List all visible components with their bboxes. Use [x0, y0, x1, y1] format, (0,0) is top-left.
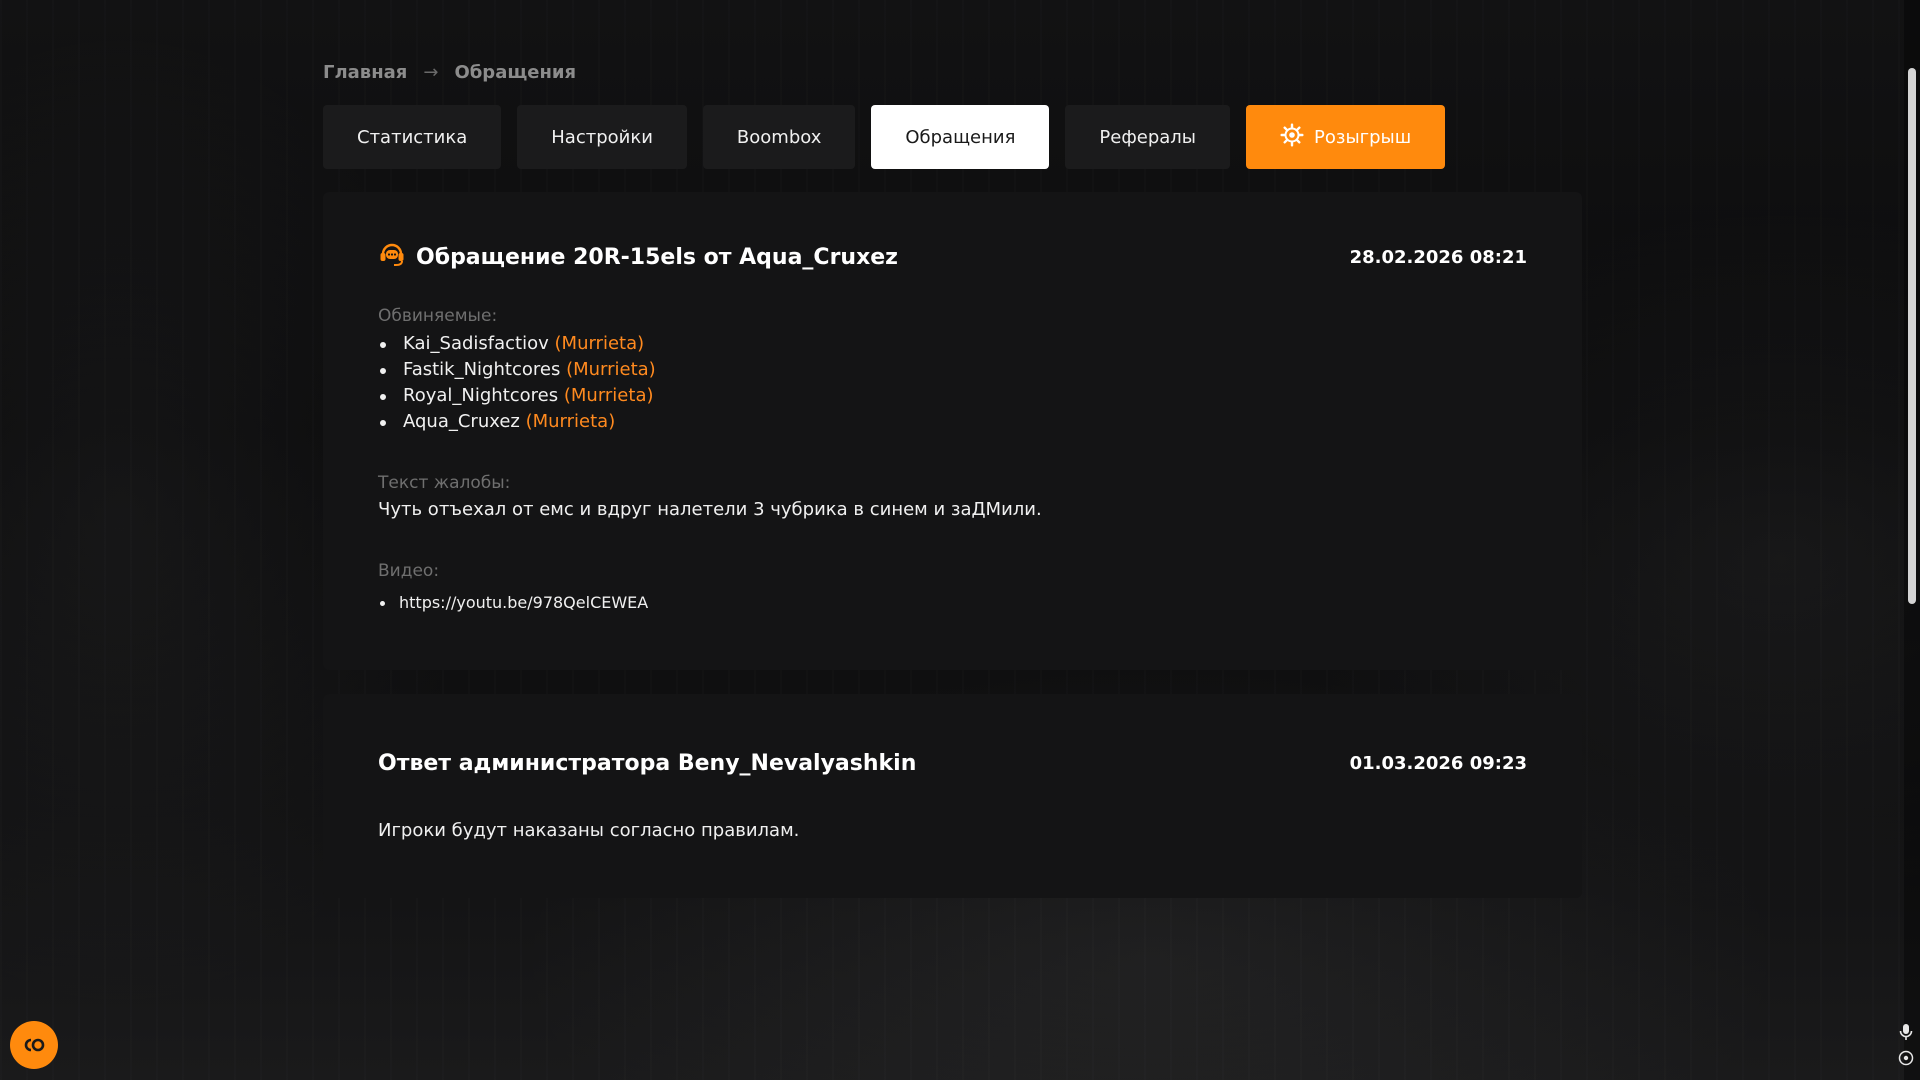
accused-server: (Murrieta) [566, 359, 656, 380]
ticket-title-row: Обращение 20R-15els от Aqua_Cruxez [378, 240, 898, 274]
reply-title: Ответ администратора Beny_Nevalyashkin [378, 751, 917, 776]
chat-co-icon[interactable] [10, 1021, 58, 1069]
video-link[interactable]: https://youtu.be/978QelCEWEA [399, 593, 648, 612]
accused-name: Royal_Nightcores [403, 385, 559, 406]
breadcrumb: Главная → Обращения [323, 62, 576, 83]
gear-sun-icon [1280, 123, 1304, 152]
scrollbar[interactable] [1904, 0, 1920, 1080]
breadcrumb-home[interactable]: Главная [323, 62, 407, 83]
breadcrumb-current: Обращения [454, 62, 577, 83]
accused-name: Fastik_Nightcores [403, 359, 561, 380]
ticket-header: Обращение 20R-15els от Aqua_Cruxez 28.02… [378, 240, 1527, 274]
corner-widgets [1896, 1022, 1916, 1068]
admin-reply-card: Ответ администратора Beny_Nevalyashkin 0… [323, 694, 1582, 898]
complaint-text: Чуть отъехал от емс и вдруг налетели 3 ч… [378, 499, 1042, 520]
tab-tickets[interactable]: Обращения [871, 105, 1050, 169]
tab-label: Розыгрыш [1314, 126, 1412, 148]
headset-support-icon [378, 240, 406, 274]
accused-name: Kai_Sadisfactiov [403, 333, 549, 354]
ticket-date: 28.02.2026 08:21 [1349, 246, 1527, 268]
video-list: https://youtu.be/978QelCEWEA [378, 593, 648, 612]
accused-name: Aqua_Cruxez [403, 411, 520, 432]
video-label: Видео: [378, 561, 440, 581]
accused-label: Обвиняемые: [378, 306, 498, 326]
accused-server: (Murrieta) [554, 333, 645, 354]
tab-label: Рефералы [1099, 126, 1196, 148]
ticket-card: Обращение 20R-15els от Aqua_Cruxez 28.02… [323, 192, 1582, 670]
microphone-icon[interactable] [1896, 1022, 1916, 1042]
accused-item: Royal_Nightcores (Murrieta) [378, 383, 656, 409]
tab-label: Обращения [905, 126, 1016, 148]
tab-statistics[interactable]: Статистика [323, 105, 502, 169]
ticket-title: Обращение 20R-15els от Aqua_Cruxez [416, 244, 898, 270]
target-icon[interactable] [1896, 1048, 1916, 1068]
tab-label: Статистика [357, 126, 468, 148]
scrollbar-thumb[interactable] [1908, 68, 1916, 604]
tab-label: Boombox [736, 126, 822, 148]
reply-date: 01.03.2026 09:23 [1349, 753, 1527, 774]
tab-label: Настройки [551, 126, 653, 148]
tab-bar: Статистика Настройки Boombox Обращения Р… [323, 105, 1446, 169]
tab-settings[interactable]: Настройки [517, 105, 687, 169]
reply-text: Игроки будут наказаны согласно правилам. [378, 820, 800, 841]
video-item: https://youtu.be/978QelCEWEA [378, 593, 648, 612]
reply-header: Ответ администратора Beny_Nevalyashkin 0… [378, 751, 1527, 776]
breadcrumb-arrow-icon: → [423, 62, 439, 83]
accused-item: Fastik_Nightcores (Murrieta) [378, 357, 656, 383]
tab-referrals[interactable]: Рефералы [1065, 105, 1230, 169]
accused-item: Kai_Sadisfactiov (Murrieta) [378, 331, 656, 357]
complaint-label: Текст жалобы: [378, 473, 511, 493]
accused-item: Aqua_Cruxez (Murrieta) [378, 409, 656, 435]
accused-server: (Murrieta) [525, 411, 616, 432]
accused-list: Kai_Sadisfactiov (Murrieta) Fastik_Night… [378, 331, 656, 435]
tab-boombox[interactable]: Boombox [702, 105, 856, 169]
accused-server: (Murrieta) [563, 385, 654, 406]
tab-raffle[interactable]: Розыгрыш [1246, 105, 1446, 169]
